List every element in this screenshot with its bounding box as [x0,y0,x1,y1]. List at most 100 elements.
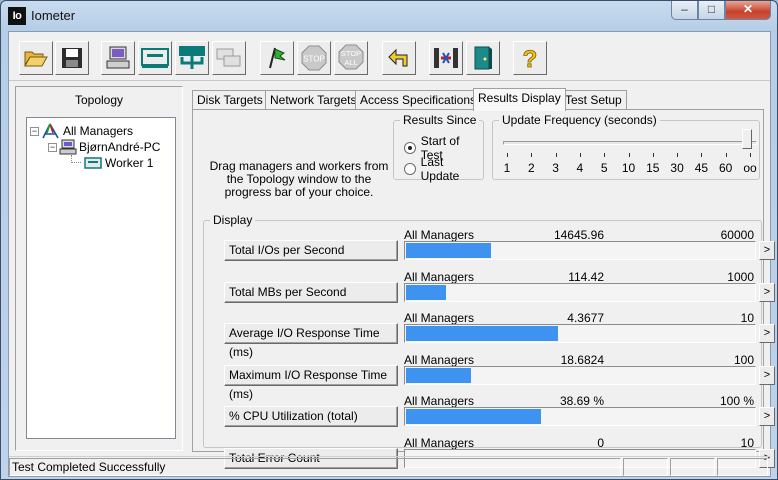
disk-worker-icon [141,48,169,68]
update-frequency-slider[interactable] [503,141,757,145]
display-select-button[interactable]: Total I/Os per Second [224,240,398,261]
row-arrow-button[interactable]: > [759,365,775,385]
disconnect-icon [434,48,458,68]
display-select-button[interactable]: Total MBs per Second [224,281,398,303]
row-value: 38.69 % [559,394,604,408]
window-title: Iometer [31,8,76,23]
status-message: Test Completed Successfully [9,458,621,476]
radio-last-update[interactable]: Last Update [404,155,483,183]
row-value: 18.6824 [560,352,604,367]
computer-icon [59,139,77,155]
stop-all-sub-label: ALL [344,58,357,67]
stop-all-tests-button[interactable]: STOP ALL [334,41,368,75]
reset-workers-button[interactable] [382,41,416,75]
reset-arrow-icon [388,48,408,67]
tree-item-manager[interactable]: − BjørnAndré-PC [48,139,160,155]
tree-item-label: Worker 1 [105,156,154,170]
display-select-button[interactable]: Average I/O Response Time (ms) [224,323,398,359]
frequency-tick-label: 30 [670,161,684,175]
collapse-icon[interactable]: − [30,126,39,136]
slider-thumb[interactable] [742,129,752,149]
stop-label: STOP [303,55,325,64]
topology-title: Topology [74,93,124,107]
about-button[interactable]: ? [513,41,547,75]
minimize-button[interactable]: – [671,1,698,20]
row-arrow-button[interactable]: > [759,324,775,343]
row-max-value: 10 [740,311,754,325]
progress-bar-fill [406,367,471,383]
radio-dot[interactable] [404,163,416,175]
row-max-value: 60000 [720,228,754,242]
row-source-label: All Managers [404,394,475,408]
progress-bar-fill [406,326,558,341]
status-cell-4 [717,458,768,476]
row-source-label: All Managers [404,435,475,450]
tab-disk-targets[interactable]: Disk Targets [192,90,268,110]
drag-hint-text: Drag managers and workers from the Topol… [209,159,389,199]
title-bar[interactable]: Io Iometer – □ ✕ [1,1,777,31]
topology-tree[interactable]: − All Managers − BjørnAndré-PC Worker 1 [26,117,176,439]
start-new-manager-button[interactable] [101,41,135,75]
row-value: 114.42 [568,269,604,284]
tab-test-setup[interactable]: Test Setup [560,90,627,110]
status-cell-2 [623,458,668,476]
tab-access-specifications[interactable]: Access Specifications [355,90,482,110]
topology-panel: Topology − All Managers − BjørnAndré-PC … [15,86,183,451]
computer-icon [106,46,130,69]
toolbar: STOP STOP ALL ? [9,32,770,81]
tab-results-display[interactable]: Results Display [473,88,566,111]
frequency-tick-mark [555,153,557,157]
collapse-icon[interactable]: − [48,142,57,152]
display-select-button[interactable]: Maximum I/O Response Time (ms) [224,364,398,401]
frequency-tick-mark [531,153,533,157]
progress-bar-fill [406,243,491,258]
stop-all-icon: STOPALL [338,44,364,70]
tab-network-targets[interactable]: Network Targets [265,90,362,110]
close-button[interactable]: ✕ [725,1,771,20]
all-managers-icon [42,123,59,139]
frequency-tick-label: 3 [552,161,559,175]
network-worker-icon [179,46,205,69]
row-arrow-button[interactable]: > [759,282,775,302]
row-arrow-button[interactable]: > [759,241,775,260]
frequency-tick-mark [579,153,581,157]
radio-label: Last Update [420,155,460,183]
start-tests-button[interactable] [260,41,294,75]
frequency-tick-label: 10 [621,161,636,175]
floppy-disk-icon [62,48,82,68]
row-max-value: 10 [740,435,754,450]
stop-sign-icon: STOP [301,45,327,71]
client-area: STOP STOP ALL ? Topology − All Managers … [8,31,775,477]
tree-item-all-managers[interactable]: − All Managers [30,123,133,139]
tree-item-worker[interactable]: Worker 1 [71,155,153,171]
exit-door-icon [474,46,492,70]
exit-button[interactable] [466,41,500,75]
radio-dot[interactable] [404,142,416,154]
row-value: 14645.96 [553,228,604,242]
tree-item-label: BjørnAndré-PC [79,140,161,154]
progress-bar [404,365,756,385]
start-network-worker-button[interactable] [175,41,209,75]
maximize-button[interactable]: □ [698,1,725,20]
stop-current-test-button[interactable]: STOP [297,41,331,75]
frequency-tick-label: 4 [576,161,584,175]
start-disk-worker-button[interactable] [138,41,172,75]
disconnect-managers-button[interactable] [429,41,463,75]
save-config-button[interactable] [55,41,89,75]
frequency-tick-mark [628,153,630,157]
status-cell-3 [670,458,715,476]
duplicate-worker-button[interactable] [212,41,246,75]
results-since-group: Results Since Start of Test Last Update [393,113,484,183]
row-source-label: All Managers [404,228,475,242]
progress-bar-fill [406,284,446,300]
row-arrow-button[interactable]: > [759,407,775,426]
open-config-button[interactable] [19,41,53,75]
row-max-value: 100 [733,352,754,367]
row-max-value: 100 % [719,394,754,408]
question-mark: ? [523,46,538,71]
frequency-tick-mark [750,153,751,157]
display-select-button[interactable]: % CPU Utilization (total) [224,406,398,427]
frequency-tick-mark [604,153,606,157]
frequency-tick-mark [652,153,654,157]
update-frequency-label: Update Frequency (seconds) [499,113,660,127]
